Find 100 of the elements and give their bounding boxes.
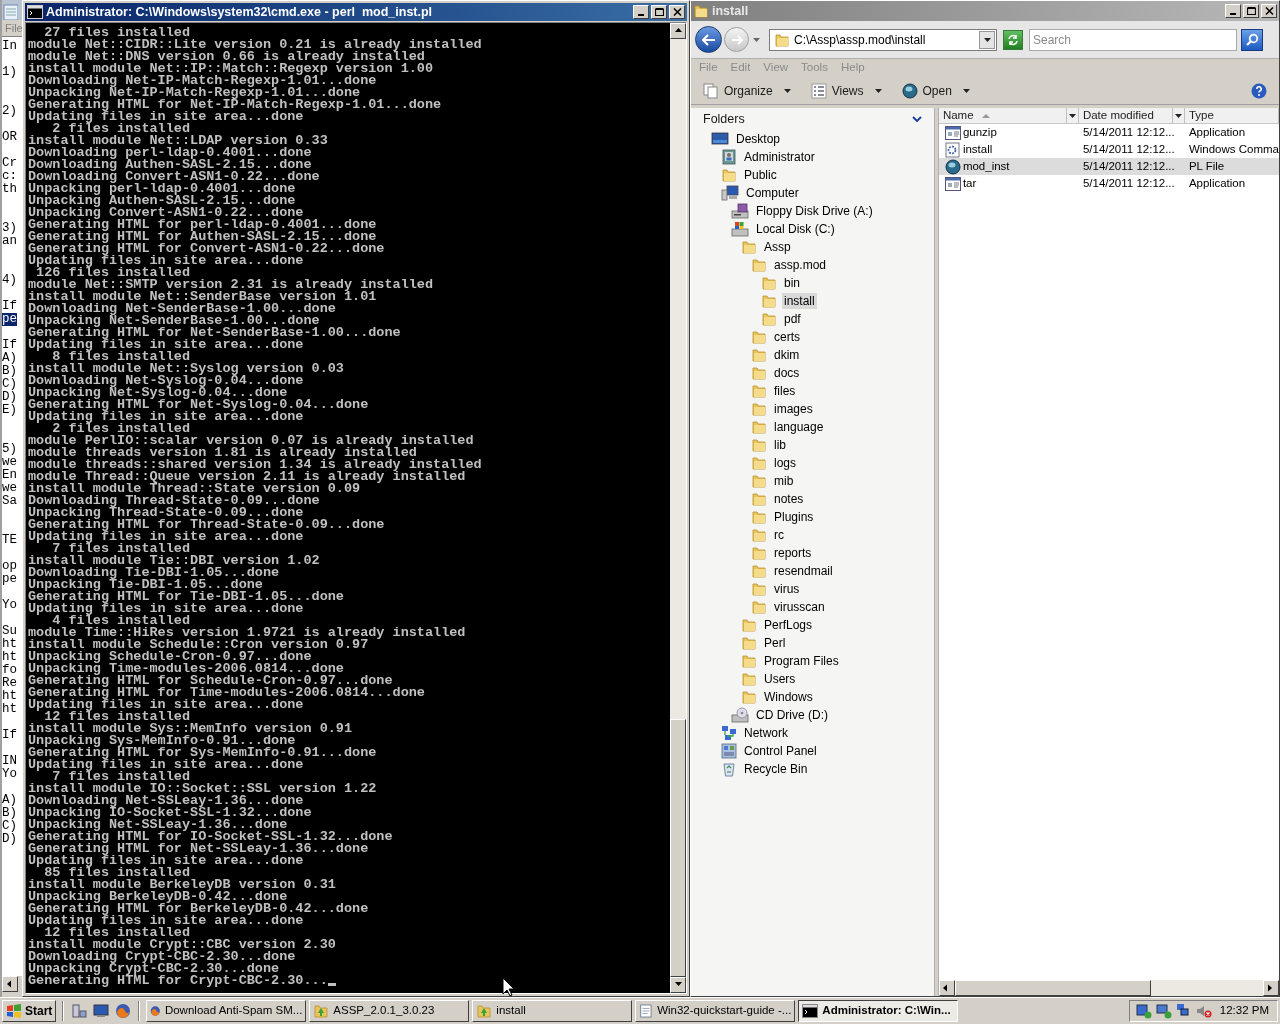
folder-tree-item[interactable]: Network bbox=[742, 725, 790, 741]
browser-icon[interactable] bbox=[115, 1003, 132, 1019]
file-row[interactable]: install 5/14/2011 12:12... Windows Comma bbox=[938, 141, 1279, 158]
folder-tree-item[interactable]: docs bbox=[772, 365, 802, 381]
folder-icon bbox=[751, 365, 767, 381]
computer-status-icon[interactable] bbox=[1155, 1003, 1172, 1019]
column-header[interactable]: Date modified bbox=[1078, 108, 1185, 123]
folder-tree-item[interactable]: lib bbox=[772, 437, 788, 453]
folder-tree-item[interactable]: Program Files bbox=[762, 653, 841, 669]
console-output-line: Generating HTML for Authen-SASL-2.15...done bbox=[28, 231, 377, 243]
folder-tree-item[interactable]: rc bbox=[772, 527, 786, 543]
folder-tree-item[interactable]: install bbox=[782, 293, 817, 309]
folder-tree-item[interactable]: assp.mod bbox=[772, 257, 829, 273]
folder-tree-item[interactable]: PerfLogs bbox=[762, 617, 815, 633]
folder-tree-item[interactable]: Users bbox=[762, 671, 798, 687]
server-manager-icon[interactable] bbox=[71, 1003, 88, 1019]
back-button[interactable] bbox=[695, 26, 722, 53]
file-row[interactable]: gunzip 5/14/2011 12:12... Application bbox=[938, 124, 1279, 141]
console-output-line: Updating files in site area...done bbox=[28, 699, 304, 711]
folder-tree-item[interactable]: mib bbox=[772, 473, 796, 489]
network-status-icon[interactable] bbox=[1135, 1003, 1152, 1019]
console-output-line: Downloading Authen-SASL-2.15...done bbox=[28, 159, 312, 171]
folder-tree-item[interactable]: notes bbox=[772, 491, 806, 507]
close-button[interactable] bbox=[669, 5, 685, 19]
console-output-line: Generating HTML for Net-SSLeay-1.36...done bbox=[28, 843, 369, 855]
folder-tree-item[interactable]: Windows bbox=[762, 689, 815, 705]
scroll-up-button[interactable] bbox=[670, 23, 686, 39]
file-row[interactable]: tar 5/14/2011 12:12... Application bbox=[938, 175, 1279, 192]
toolbar-button[interactable]: Open bbox=[899, 79, 972, 102]
folder-tree-item[interactable]: Assp bbox=[762, 239, 793, 255]
scroll-left-button[interactable] bbox=[938, 980, 955, 996]
maximize-button[interactable] bbox=[1243, 4, 1259, 18]
console-output-line: install module Thread::State version 0.09 bbox=[28, 483, 361, 495]
folder-tree-item[interactable]: Floppy Disk Drive (A:) bbox=[754, 203, 875, 219]
scroll-left-button[interactable] bbox=[2, 976, 18, 992]
taskbar-button[interactable]: Win32-quickstart-guide -... bbox=[635, 1000, 796, 1022]
folder-tree-item[interactable]: language bbox=[772, 419, 826, 435]
folder-tree-item[interactable]: Plugins bbox=[772, 509, 816, 525]
folder-tree-item[interactable]: Local Disk (C:) bbox=[754, 221, 837, 237]
folder-tree-item[interactable]: Administrator bbox=[742, 149, 817, 165]
folder-tree-item[interactable]: Recycle Bin bbox=[742, 761, 810, 777]
start-button[interactable]: Start bbox=[2, 1000, 57, 1022]
help-icon[interactable] bbox=[1251, 82, 1267, 99]
console-output-line: Generating HTML for Convert-ASN1-0.22...done bbox=[28, 243, 385, 255]
address-field[interactable]: C:\Assp\assp.mod\install bbox=[769, 28, 997, 51]
desktop-icon[interactable] bbox=[93, 1004, 110, 1018]
folder-tree-item[interactable]: Public bbox=[742, 167, 779, 183]
date-modified-cell-text: 5/14/2011 12:12... bbox=[1081, 175, 1176, 191]
document-text-fragment: Su bbox=[2, 625, 17, 638]
folder-tree-item[interactable]: images bbox=[772, 401, 815, 417]
folder-tree-item[interactable]: resendmail bbox=[772, 563, 835, 579]
folder-tree-item[interactable]: pdf bbox=[782, 311, 803, 327]
folder-tree-item[interactable]: Desktop bbox=[734, 131, 783, 147]
folder-tree-item[interactable]: Perl bbox=[762, 635, 788, 651]
minimize-button[interactable] bbox=[633, 5, 649, 19]
column-header[interactable]: Name bbox=[938, 108, 1079, 123]
toolbar-button[interactable]: Organize bbox=[701, 79, 793, 102]
maximize-button[interactable] bbox=[651, 5, 667, 19]
computers-icon[interactable] bbox=[1175, 1003, 1192, 1019]
taskbar-button[interactable]: Administrator: C:\Win... bbox=[798, 1000, 959, 1022]
console-output-line: Unpacking Crypt-CBC-2.30...done bbox=[28, 963, 280, 975]
muted-speaker-icon[interactable] bbox=[1195, 1003, 1212, 1019]
folder-tree-item[interactable]: bin bbox=[782, 275, 802, 291]
console-output-line: Unpacking Convert-ASN1-0.22...done bbox=[28, 207, 304, 219]
chevron-down-icon[interactable] bbox=[911, 115, 922, 123]
column-header[interactable]: Type bbox=[1184, 108, 1279, 123]
folder-tree-item[interactable]: virus bbox=[772, 581, 802, 597]
console-output-line: Generating HTML for Tie-DBI-1.05...done bbox=[28, 591, 344, 603]
folder-tree-item[interactable]: files bbox=[772, 383, 798, 399]
file-row[interactable]: mod_inst 5/14/2011 12:12... PL File bbox=[938, 158, 1279, 175]
document-text-fragment: fo bbox=[2, 664, 17, 677]
folder-tree-item[interactable]: Control Panel bbox=[742, 743, 819, 759]
date-modified-cell-text: 5/14/2011 12:12... bbox=[1081, 124, 1176, 140]
minimize-button[interactable] bbox=[1225, 4, 1241, 18]
folder-tree-item[interactable]: dkim bbox=[772, 347, 802, 363]
console-output-line: module threads version 1.81 is already installed bbox=[28, 447, 417, 459]
refresh-button[interactable] bbox=[1003, 29, 1023, 50]
scroll-right-button[interactable] bbox=[1263, 980, 1279, 996]
console-output-line: Downloading Thread-State-0.09...done bbox=[28, 495, 320, 507]
close-button[interactable] bbox=[1261, 4, 1277, 18]
folder-icon bbox=[751, 383, 767, 399]
taskbar-button[interactable]: Download Anti-Spam SM... bbox=[146, 1000, 307, 1022]
folder-tree-item[interactable]: certs bbox=[772, 329, 802, 345]
folder-tree-item[interactable]: logs bbox=[772, 455, 798, 471]
window-title-bar[interactable]: Administrator: C:\Windows\system32\cmd.exe - perl mod_inst.pl bbox=[25, 3, 687, 21]
file-name: gunzip bbox=[962, 124, 997, 140]
search-field[interactable]: Search bbox=[1029, 28, 1237, 51]
address-dropdown-button[interactable] bbox=[979, 30, 995, 49]
taskbar-button[interactable]: install bbox=[472, 1000, 633, 1022]
document-text-fragment: Yo bbox=[2, 599, 17, 612]
folder-tree-item[interactable]: Computer bbox=[744, 185, 801, 201]
folder-tree-item[interactable]: virusscan bbox=[772, 599, 827, 615]
scroll-down-button[interactable] bbox=[670, 977, 686, 993]
search-button[interactable] bbox=[1241, 28, 1263, 51]
toolbar-button[interactable]: Views bbox=[808, 79, 884, 102]
scrollbar-thumb[interactable] bbox=[954, 980, 1151, 996]
folder-tree-item[interactable]: reports bbox=[772, 545, 814, 561]
scrollbar-thumb[interactable] bbox=[670, 719, 686, 977]
folder-tree-item[interactable]: CD Drive (D:) bbox=[754, 707, 830, 723]
taskbar-button[interactable]: ASSP_2.0.1_3.0.23 bbox=[309, 1000, 470, 1022]
